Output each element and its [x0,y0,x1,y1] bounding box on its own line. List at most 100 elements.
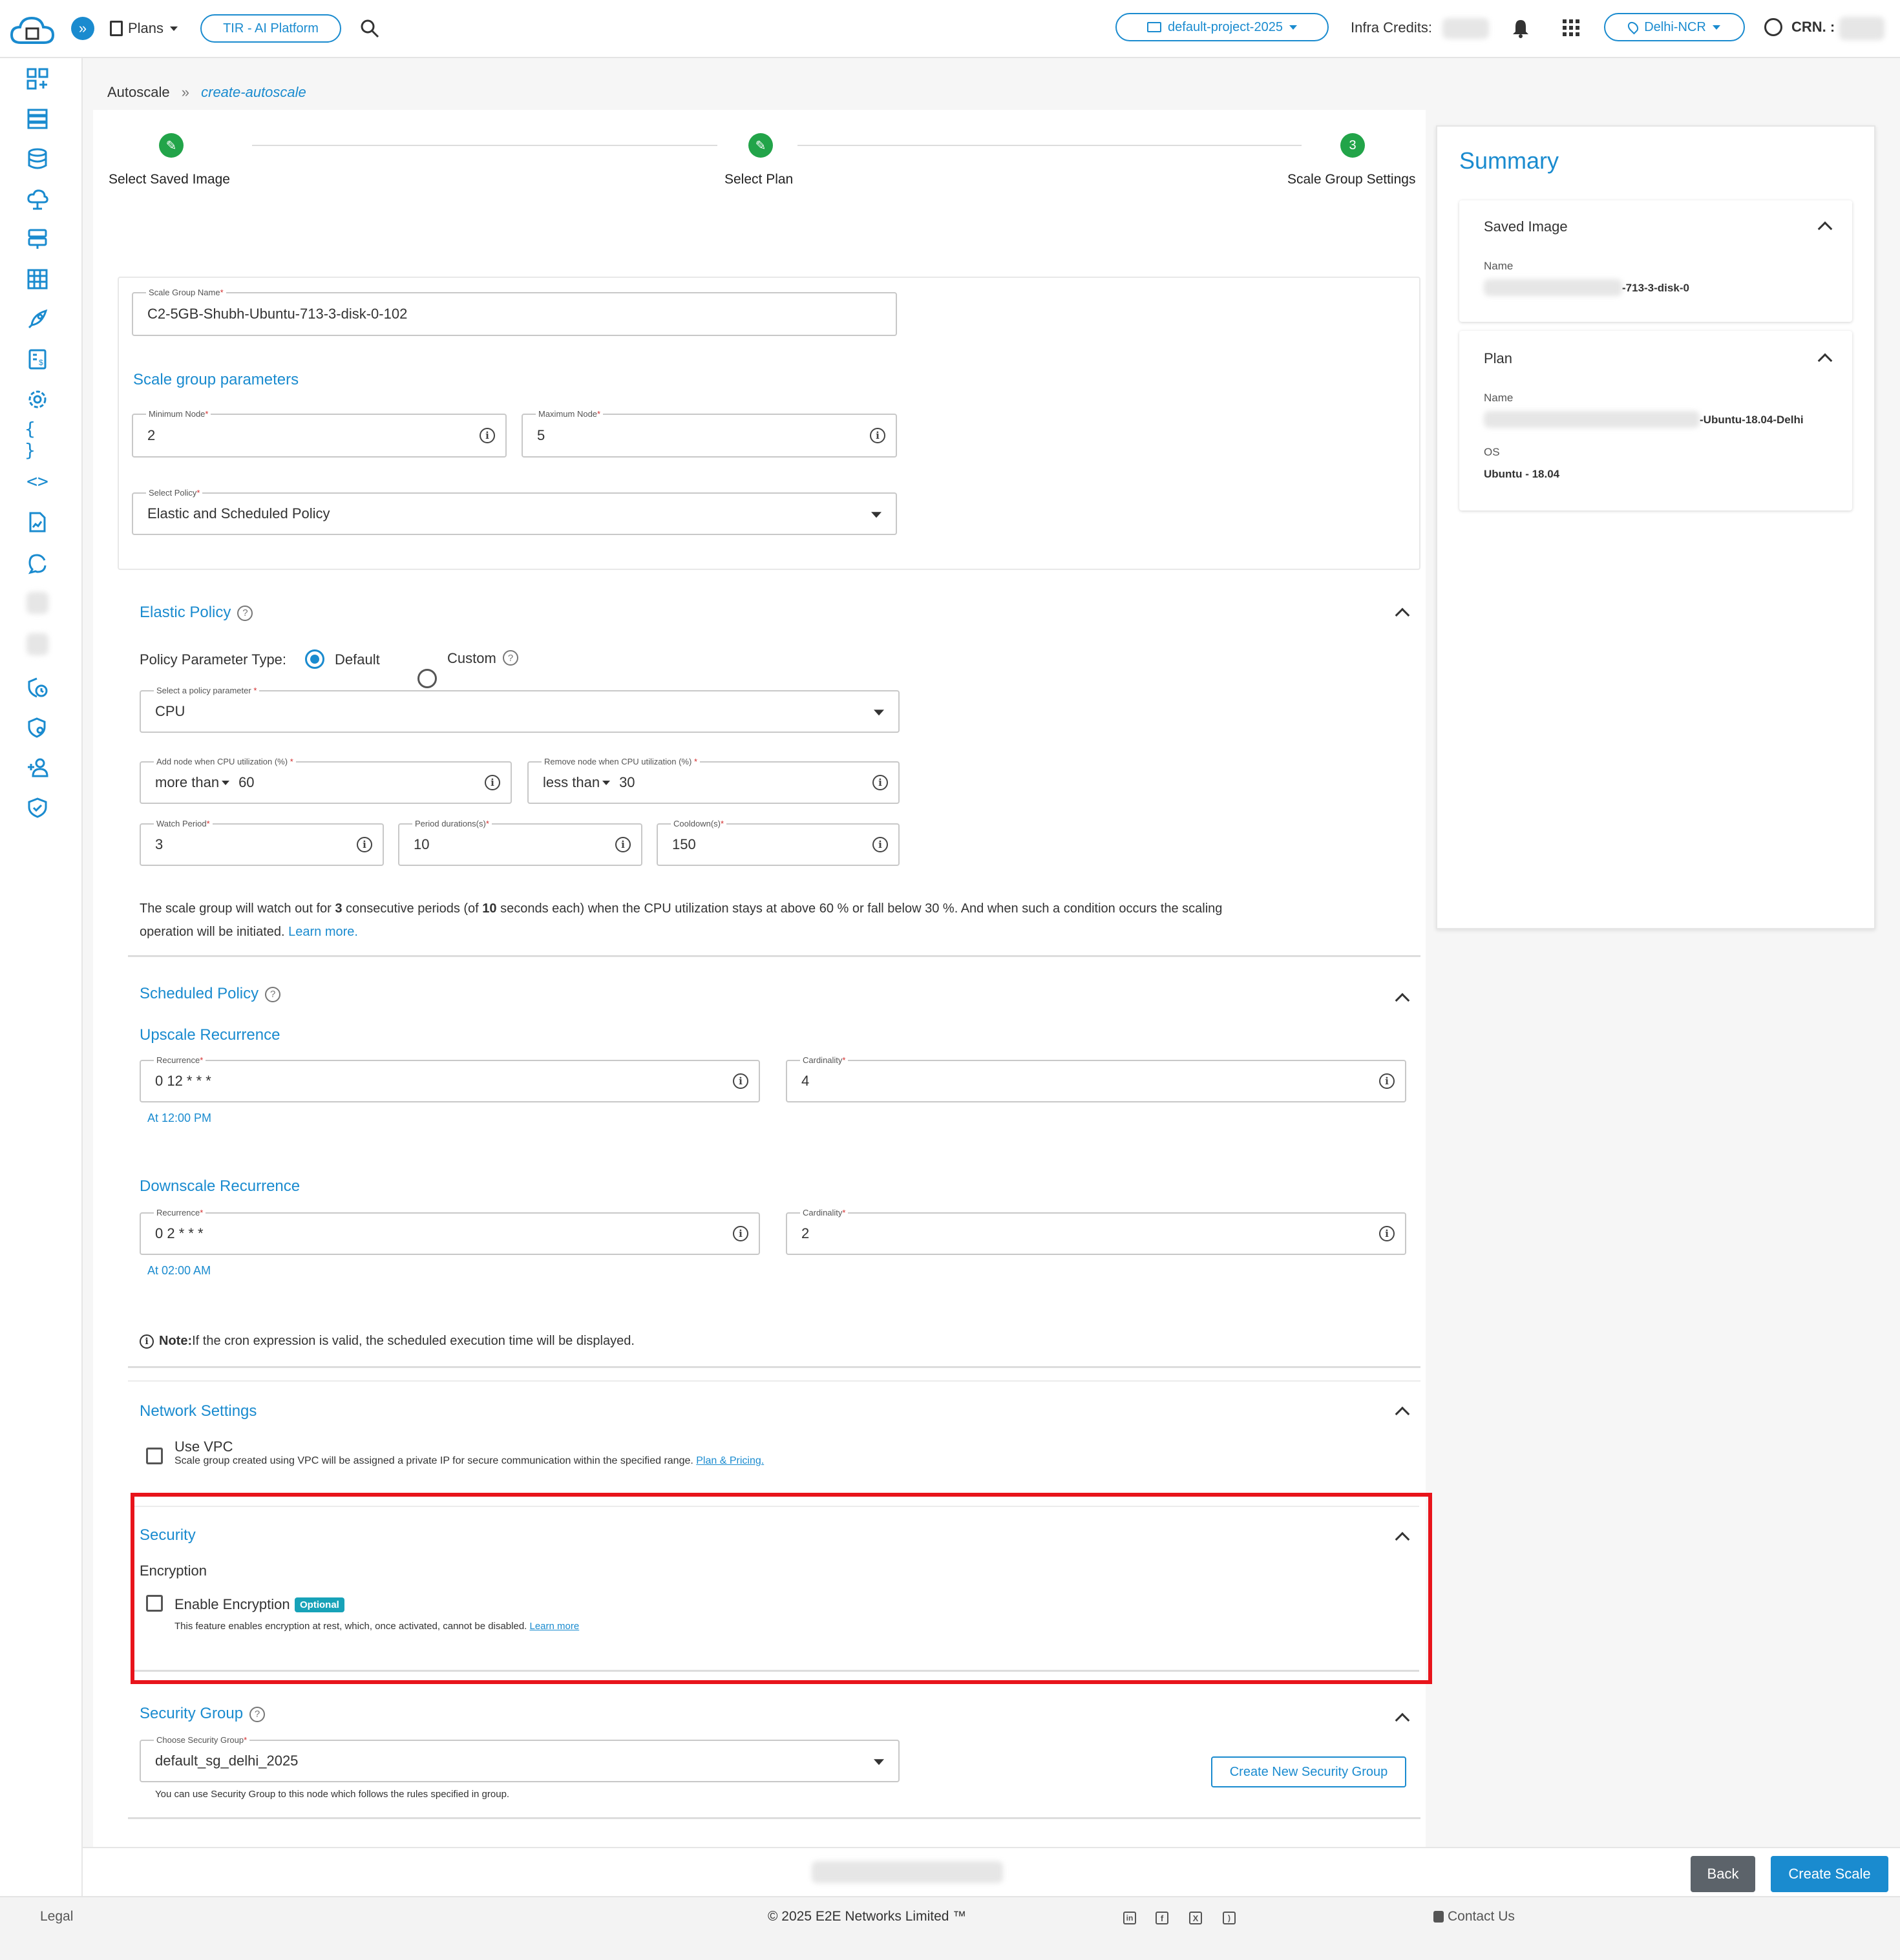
rocket-icon[interactable] [25,306,50,332]
refresh-chat-icon[interactable] [25,551,50,576]
back-button[interactable]: Back [1691,1856,1755,1892]
required-mark: * [253,686,257,695]
info-icon[interactable]: i [357,837,372,852]
cooldown-field[interactable]: Cooldown(s)* 150 i [657,819,900,866]
info-icon[interactable]: i [615,837,631,852]
radio-custom[interactable] [417,669,437,688]
downscale-cardinality-field[interactable]: Cardinality* 2 i [786,1208,1406,1255]
platform-label: TIR - AI Platform [223,21,319,36]
add-node-field[interactable]: Add node when CPU utilization (%) * more… [140,757,512,804]
info-icon[interactable]: i [485,775,500,790]
required-mark: * [205,409,209,419]
elastic-learn-more-link[interactable]: Learn more. [288,925,358,939]
braces-icon[interactable]: { } [25,418,50,461]
cloud-logo-icon[interactable] [9,13,56,48]
add-user-icon[interactable] [25,755,50,781]
server-icon[interactable] [25,226,50,252]
create-scale-button[interactable]: Create Scale [1771,1856,1888,1892]
cloud-upload-icon[interactable] [25,186,50,212]
shield-check-icon[interactable] [25,795,50,821]
period-duration-label: Period durations(s) [415,819,486,828]
upscale-recurrence-field[interactable]: Recurrence* 0 12 * * * i [140,1055,760,1102]
help-icon[interactable]: ? [503,650,518,666]
blurred-price [812,1861,1003,1883]
upscale-cardinality-label: Cardinality [803,1055,843,1065]
divider [128,1380,1420,1382]
project-selector[interactable]: default-project-2025 [1115,13,1329,41]
info-icon[interactable]: i [1379,1073,1395,1089]
info-icon[interactable]: i [733,1073,748,1089]
help-icon[interactable]: ? [237,605,253,621]
select-policy-dropdown[interactable]: Select Policy* Elastic and Scheduled Pol… [132,488,897,535]
scale-group-name-field[interactable]: Scale Group Name* C2-5GB-Shubh-Ubuntu-71… [132,288,897,336]
database-icon[interactable] [25,146,50,172]
rss-icon[interactable]: ) [1223,1912,1236,1924]
help-icon[interactable]: ? [249,1706,266,1722]
os-value: Ubuntu - 18.04 [1484,468,1560,480]
upscale-recurrence-label: Recurrence [156,1055,200,1065]
info-icon[interactable]: i [480,428,495,443]
facebook-icon[interactable]: f [1156,1912,1168,1924]
plans-menu[interactable]: Plans [110,18,178,39]
upscale-cardinality-field[interactable]: Cardinality* 4 i [786,1055,1406,1102]
info-icon[interactable]: i [870,428,885,443]
linkedin-icon[interactable]: in [1123,1912,1136,1924]
bell-icon[interactable] [1511,18,1530,39]
remove-node-field[interactable]: Remove node when CPU utilization (%) * l… [527,757,900,804]
add-node-label: Add node when CPU utilization (%) [156,757,288,766]
breadcrumb-root[interactable]: Autoscale [107,84,170,100]
os-label: OS [1484,446,1500,458]
platform-switch-button[interactable]: TIR - AI Platform [200,14,341,43]
shield-search-icon[interactable] [25,715,50,741]
top-bar: » Plans TIR - AI Platform default-projec… [0,0,1900,58]
copyright: © 2025 E2E Networks Limited ™ [768,1909,967,1924]
user-circle-icon [1764,18,1782,36]
downscale-cardinality-value: 2 [801,1225,810,1241]
elastic-policy-title: Elastic Policy? [140,604,253,622]
billing-icon[interactable]: $ [25,346,50,372]
remove-node-value: 30 [619,774,635,790]
search-icon[interactable] [359,18,380,39]
apps-grid-icon[interactable] [1563,19,1579,36]
choose-security-group-dropdown[interactable]: Choose Security Group* default_sg_delhi_… [140,1735,900,1782]
remove-node-operator[interactable]: less than [543,774,600,790]
info-icon[interactable]: i [872,775,888,790]
gear-icon[interactable] [25,386,50,412]
infra-credits-label: Infra Credits: [1351,19,1432,36]
file-chart-icon[interactable] [25,509,50,535]
elastic-desc-text: consecutive periods (of [342,901,483,916]
downscale-recurrence-value: 0 2 * * * [155,1225,204,1241]
watch-period-field[interactable]: Watch Period* 3 i [140,819,384,866]
security-clock-icon[interactable] [25,675,50,701]
expand-sidebar-icon[interactable]: » [71,17,94,40]
minimum-node-field[interactable]: Minimum Node* 2 i [132,409,507,458]
code-icon[interactable]: <> [25,468,50,494]
period-duration-field[interactable]: Period durations(s)* 10 i [398,819,642,866]
plan-name-prefix [1484,411,1700,428]
security-group-hint: You can use Security Group to this node … [155,1789,510,1800]
contact-us-link[interactable]: Contact Us [1433,1909,1515,1924]
account-menu[interactable]: CRN. : [1764,18,1835,36]
add-node-operator[interactable]: more than [155,774,219,790]
radio-default[interactable] [305,649,324,669]
info-icon[interactable]: i [1379,1226,1395,1241]
downscale-recurrence-label: Recurrence [156,1208,200,1217]
note-text: If the cron expression is valid, the sch… [192,1334,635,1348]
x-twitter-icon[interactable]: X [1189,1912,1202,1924]
maximum-node-field[interactable]: Maximum Node* 5 i [522,409,897,458]
downscale-recurrence-field[interactable]: Recurrence* 0 2 * * * i [140,1208,760,1255]
plan-pricing-link[interactable]: Plan & Pricing. [696,1455,764,1466]
info-icon[interactable]: i [733,1226,748,1241]
dashboard-icon[interactable] [25,66,50,92]
summary-title: Summary [1459,147,1559,174]
use-vpc-checkbox[interactable] [146,1448,163,1464]
stepper-line [252,145,717,146]
help-icon[interactable]: ? [265,986,281,1002]
legal-link[interactable]: Legal [40,1909,73,1924]
nodes-icon[interactable] [25,106,50,132]
create-security-group-button[interactable]: Create New Security Group [1211,1756,1406,1787]
info-icon[interactable]: i [872,837,888,852]
table-grid-icon[interactable] [25,266,50,292]
policy-parameter-dropdown[interactable]: Select a policy parameter * CPU [140,686,900,733]
region-selector[interactable]: Delhi-NCR [1604,13,1745,41]
